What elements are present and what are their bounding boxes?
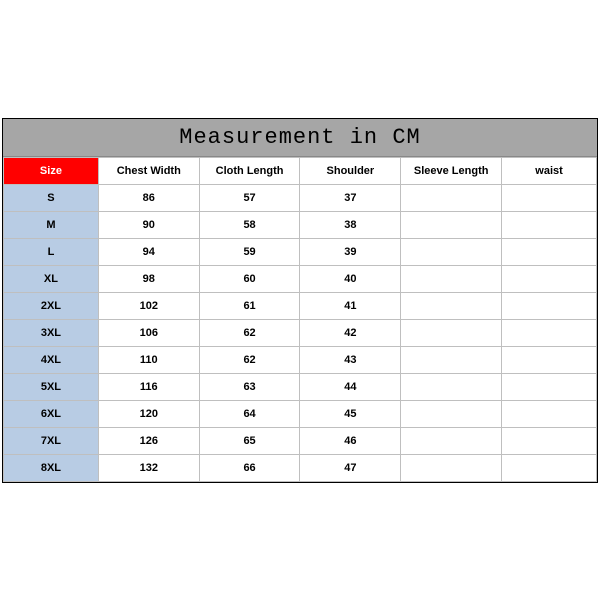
- table-row: S865737: [4, 184, 597, 211]
- cell-size: L: [4, 238, 99, 265]
- cell-length: 66: [199, 454, 300, 481]
- cell-size: S: [4, 184, 99, 211]
- cell-waist: [502, 265, 597, 292]
- cell-sleeve: [401, 454, 502, 481]
- cell-waist: [502, 211, 597, 238]
- table-row: 4XL1106243: [4, 346, 597, 373]
- cell-sleeve: [401, 238, 502, 265]
- cell-shoulder: 37: [300, 184, 401, 211]
- cell-shoulder: 43: [300, 346, 401, 373]
- cell-size: M: [4, 211, 99, 238]
- cell-shoulder: 42: [300, 319, 401, 346]
- table-row: 8XL1326647: [4, 454, 597, 481]
- col-sleeve: Sleeve Length: [401, 157, 502, 184]
- cell-chest: 98: [98, 265, 199, 292]
- cell-sleeve: [401, 292, 502, 319]
- cell-shoulder: 38: [300, 211, 401, 238]
- cell-shoulder: 40: [300, 265, 401, 292]
- cell-shoulder: 39: [300, 238, 401, 265]
- cell-sleeve: [401, 346, 502, 373]
- cell-waist: [502, 427, 597, 454]
- measurement-table: Size Chest Width Cloth Length Shoulder S…: [3, 157, 597, 482]
- cell-waist: [502, 346, 597, 373]
- table-row: 5XL1166344: [4, 373, 597, 400]
- cell-size: 5XL: [4, 373, 99, 400]
- cell-chest: 102: [98, 292, 199, 319]
- table-row: XL986040: [4, 265, 597, 292]
- cell-shoulder: 47: [300, 454, 401, 481]
- cell-waist: [502, 238, 597, 265]
- cell-size: 8XL: [4, 454, 99, 481]
- cell-waist: [502, 400, 597, 427]
- cell-length: 64: [199, 400, 300, 427]
- cell-length: 61: [199, 292, 300, 319]
- cell-chest: 86: [98, 184, 199, 211]
- cell-length: 65: [199, 427, 300, 454]
- cell-waist: [502, 184, 597, 211]
- col-waist: waist: [502, 157, 597, 184]
- cell-shoulder: 41: [300, 292, 401, 319]
- cell-sleeve: [401, 400, 502, 427]
- cell-waist: [502, 454, 597, 481]
- cell-length: 60: [199, 265, 300, 292]
- cell-chest: 106: [98, 319, 199, 346]
- cell-sleeve: [401, 319, 502, 346]
- col-chest: Chest Width: [98, 157, 199, 184]
- cell-waist: [502, 373, 597, 400]
- cell-size: 4XL: [4, 346, 99, 373]
- col-length: Cloth Length: [199, 157, 300, 184]
- table-row: 3XL1066242: [4, 319, 597, 346]
- table-row: M905838: [4, 211, 597, 238]
- chart-title: Measurement in CM: [3, 119, 597, 157]
- table-row: 2XL1026141: [4, 292, 597, 319]
- cell-sleeve: [401, 427, 502, 454]
- cell-length: 57: [199, 184, 300, 211]
- cell-chest: 126: [98, 427, 199, 454]
- cell-sleeve: [401, 184, 502, 211]
- cell-shoulder: 46: [300, 427, 401, 454]
- col-shoulder: Shoulder: [300, 157, 401, 184]
- cell-waist: [502, 292, 597, 319]
- cell-size: 3XL: [4, 319, 99, 346]
- table-header-row: Size Chest Width Cloth Length Shoulder S…: [4, 157, 597, 184]
- cell-length: 62: [199, 346, 300, 373]
- table-row: 6XL1206445: [4, 400, 597, 427]
- cell-chest: 132: [98, 454, 199, 481]
- cell-sleeve: [401, 373, 502, 400]
- cell-size: 6XL: [4, 400, 99, 427]
- cell-chest: 120: [98, 400, 199, 427]
- cell-sleeve: [401, 211, 502, 238]
- cell-chest: 116: [98, 373, 199, 400]
- cell-length: 58: [199, 211, 300, 238]
- cell-length: 59: [199, 238, 300, 265]
- cell-size: 7XL: [4, 427, 99, 454]
- cell-chest: 90: [98, 211, 199, 238]
- cell-length: 63: [199, 373, 300, 400]
- cell-shoulder: 44: [300, 373, 401, 400]
- table-row: L945939: [4, 238, 597, 265]
- cell-size: XL: [4, 265, 99, 292]
- cell-size: 2XL: [4, 292, 99, 319]
- cell-shoulder: 45: [300, 400, 401, 427]
- size-chart: Measurement in CM Size Chest Width Cloth…: [2, 118, 598, 483]
- col-size: Size: [4, 157, 99, 184]
- cell-length: 62: [199, 319, 300, 346]
- table-row: 7XL1266546: [4, 427, 597, 454]
- cell-chest: 110: [98, 346, 199, 373]
- cell-chest: 94: [98, 238, 199, 265]
- cell-waist: [502, 319, 597, 346]
- cell-sleeve: [401, 265, 502, 292]
